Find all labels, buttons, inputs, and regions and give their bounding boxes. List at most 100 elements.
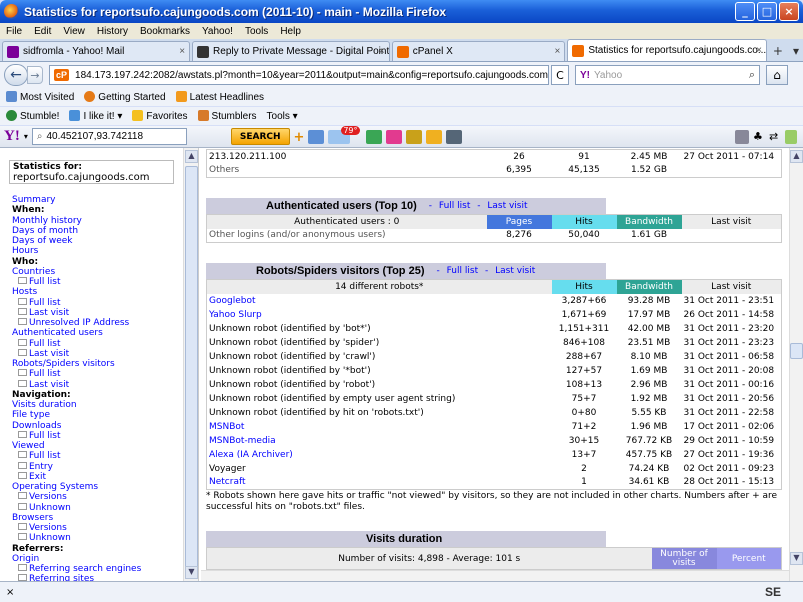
- auth-last-visit-link[interactable]: Last visit: [487, 201, 527, 211]
- finance-icon[interactable]: [365, 129, 382, 144]
- tab-close-icon[interactable]: ×: [179, 46, 185, 57]
- scroll-thumb[interactable]: [790, 343, 803, 359]
- menu-view[interactable]: View: [63, 26, 85, 37]
- robot-name[interactable]: Netcraft: [207, 476, 552, 490]
- nav-item[interactable]: Downloads: [12, 421, 141, 431]
- nav-subitem[interactable]: Exit: [12, 472, 141, 482]
- nav-item[interactable]: Browsers: [12, 513, 141, 523]
- yahoo-logo-icon[interactable]: Y!: [4, 128, 20, 145]
- back-button[interactable]: ←: [4, 64, 28, 86]
- stumble-tools-menu[interactable]: Tools ▾: [267, 111, 298, 122]
- nav-subitem[interactable]: Versions: [12, 492, 141, 502]
- menu-file[interactable]: File: [6, 26, 22, 37]
- nav-subitem[interactable]: Referring search engines: [12, 564, 141, 574]
- bookmark-most-visited[interactable]: Most Visited: [6, 91, 74, 103]
- bell-icon[interactable]: ♣: [753, 130, 765, 144]
- nav-subitem[interactable]: Full list: [12, 369, 141, 379]
- nav-item[interactable]: Operating Systems: [12, 482, 141, 492]
- calendar-icon[interactable]: [445, 129, 462, 144]
- robot-name[interactable]: Alexa (IA Archiver): [207, 448, 552, 462]
- scroll-thumb[interactable]: [185, 166, 198, 576]
- stumble-button[interactable]: Stumble!: [6, 110, 59, 122]
- maximize-button[interactable]: □: [757, 2, 777, 21]
- robot-name[interactable]: Yahoo Slurp: [207, 308, 552, 322]
- nav-subitem[interactable]: Last visit: [12, 349, 141, 359]
- nav-subitem[interactable]: Full list: [12, 277, 141, 287]
- mail-icon[interactable]: [307, 129, 324, 144]
- games-icon[interactable]: [405, 129, 422, 144]
- robot-name[interactable]: MSNBot: [207, 420, 552, 434]
- nav-subitem[interactable]: Full list: [12, 451, 141, 461]
- left-scrollbar[interactable]: ▲ ▼: [183, 148, 198, 581]
- new-tab-plus-icon[interactable]: +: [769, 41, 787, 61]
- nav-item[interactable]: Monthly history: [12, 216, 141, 226]
- menu-tools[interactable]: Tools: [245, 26, 268, 37]
- nav-item[interactable]: Summary: [12, 195, 141, 205]
- sidebar-icon[interactable]: [735, 129, 749, 144]
- nav-subitem[interactable]: Full list: [12, 339, 141, 349]
- yahoo-search-button[interactable]: SEARCH: [230, 128, 290, 145]
- tab-close-icon[interactable]: ×: [379, 46, 385, 57]
- nav-subitem[interactable]: Full list: [12, 298, 141, 308]
- nav-subitem[interactable]: Versions: [12, 523, 141, 533]
- favorites-button[interactable]: Favorites: [132, 110, 188, 122]
- yahoo-search-input[interactable]: ⌕ 40.452107,93.742118: [31, 128, 187, 145]
- menu-bookmarks[interactable]: Bookmarks: [140, 26, 190, 37]
- tab-list-chevron-icon[interactable]: ▾: [789, 41, 803, 61]
- search-box[interactable]: Y! Yahoo ⌕: [575, 65, 760, 85]
- reload-button[interactable]: C: [551, 65, 569, 85]
- nav-item[interactable]: Hosts: [12, 287, 141, 297]
- nav-subitem[interactable]: Unknown: [12, 503, 141, 513]
- scroll-down-icon[interactable]: ▼: [790, 552, 803, 565]
- auth-full-list-link[interactable]: Full list: [439, 201, 470, 211]
- nav-subitem[interactable]: Last visit: [12, 380, 141, 390]
- nav-item[interactable]: Days of month: [12, 226, 141, 236]
- tab-2[interactable]: Reply to Private Message - Digital Point…: [192, 41, 390, 61]
- scroll-up-icon[interactable]: ▲: [790, 150, 803, 163]
- tab-1[interactable]: sidfromla - Yahoo! Mail ×: [2, 41, 191, 61]
- menu-help[interactable]: Help: [280, 26, 301, 37]
- search-icon[interactable]: ⌕: [749, 69, 759, 82]
- nav-item[interactable]: File type: [12, 410, 141, 420]
- se-addon-icon[interactable]: SE: [765, 585, 781, 599]
- url-bar[interactable]: cP 184.173.197.242:2082/awstats.pl?month…: [49, 65, 549, 85]
- forward-button[interactable]: →: [27, 66, 43, 84]
- right-scrollbar[interactable]: ▲ ▼: [789, 148, 803, 581]
- menu-edit[interactable]: Edit: [34, 26, 51, 37]
- menu-history[interactable]: History: [97, 26, 128, 37]
- extension-icon[interactable]: [785, 129, 797, 144]
- minimize-button[interactable]: _: [735, 2, 755, 21]
- nav-item[interactable]: Visits duration: [12, 400, 141, 410]
- like-button[interactable]: I like it! ▾: [69, 110, 122, 122]
- nav-item[interactable]: Authenticated users: [12, 328, 141, 338]
- nav-item[interactable]: Origin: [12, 554, 141, 564]
- nav-subitem[interactable]: Unresolved IP Address: [12, 318, 141, 328]
- robots-full-list-link[interactable]: Full list: [447, 266, 478, 276]
- bookmark-getting-started[interactable]: Getting Started: [84, 91, 166, 103]
- scroll-up-icon[interactable]: ▲: [185, 150, 198, 163]
- horizontal-scrollbar[interactable]: [201, 570, 789, 581]
- bookmark-latest-headlines[interactable]: Latest Headlines: [175, 91, 264, 103]
- options-icon[interactable]: ⇄: [769, 130, 781, 144]
- tab-3[interactable]: cPanel X ×: [391, 41, 566, 61]
- robot-name[interactable]: Googlebot: [207, 294, 552, 308]
- tab-4[interactable]: Statistics for reportsufo.cajungoods.co.…: [567, 39, 767, 61]
- nav-item[interactable]: Days of week: [12, 236, 141, 246]
- status-close-icon[interactable]: ×: [6, 587, 14, 598]
- nav-subitem[interactable]: Full list: [12, 431, 141, 441]
- yahoo-menu-chevron-icon[interactable]: ▾: [24, 132, 28, 141]
- menu-yahoo[interactable]: Yahoo!: [202, 26, 233, 37]
- music-icon[interactable]: [425, 129, 442, 144]
- tab-close-icon[interactable]: ×: [756, 45, 762, 56]
- nav-subitem[interactable]: Unknown: [12, 533, 141, 543]
- robot-name[interactable]: MSNBot-media: [207, 434, 552, 448]
- weather-icon[interactable]: 79°: [327, 125, 360, 144]
- nav-subitem[interactable]: Last visit: [12, 308, 141, 318]
- close-button[interactable]: ×: [779, 2, 799, 21]
- tab-close-icon[interactable]: ×: [554, 46, 560, 57]
- nav-item[interactable]: Robots/Spiders visitors: [12, 359, 141, 369]
- nav-item[interactable]: Viewed: [12, 441, 141, 451]
- home-button[interactable]: ⌂: [766, 65, 788, 85]
- nav-item[interactable]: Countries: [12, 267, 141, 277]
- plus-icon[interactable]: +: [294, 130, 305, 145]
